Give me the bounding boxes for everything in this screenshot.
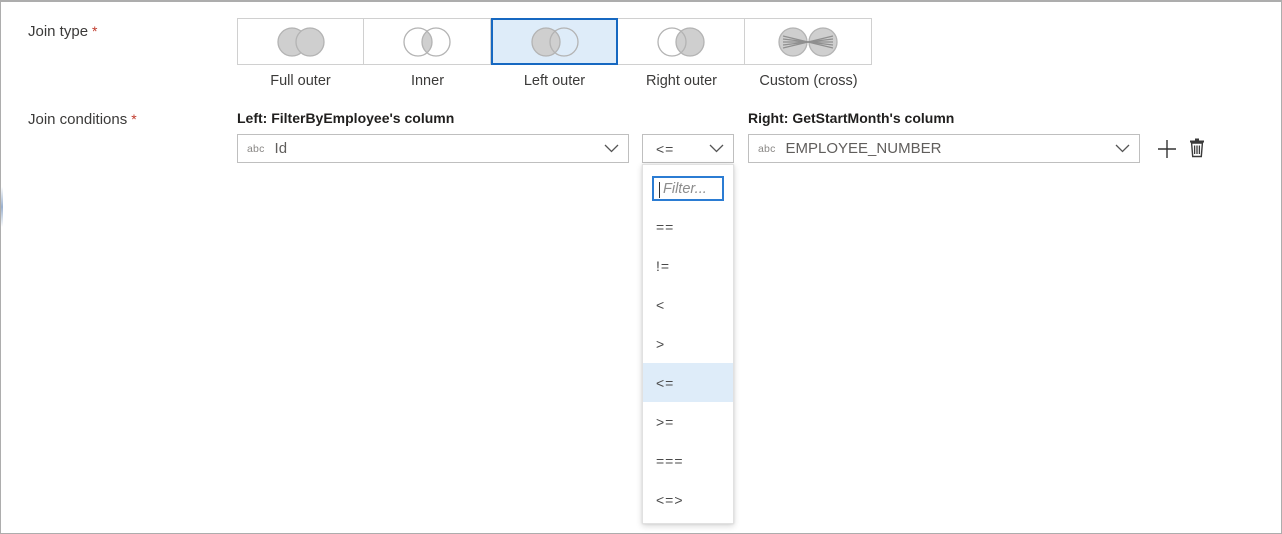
chevron-down-icon (1115, 144, 1130, 153)
join-type-label-text: Join type (28, 23, 89, 40)
join-type-option-full-outer: Full outer (237, 18, 364, 89)
join-conditions-label-text: Join conditions (28, 111, 128, 128)
required-asterisk: * (92, 23, 98, 39)
join-type-option-right-outer: Right outer (618, 18, 745, 89)
left-column-dropdown[interactable]: abc Id (237, 134, 629, 163)
join-type-tile-inner[interactable] (364, 18, 491, 65)
join-type-caption-left-outer: Left outer (523, 73, 586, 89)
chevron-down-icon (604, 144, 619, 153)
venn-left-outer-icon (530, 26, 579, 57)
join-type-label: Join type * (28, 23, 98, 40)
operator-option-strict-eq[interactable]: === (643, 441, 733, 480)
text-caret (659, 182, 660, 198)
operator-option-neq[interactable]: != (643, 246, 733, 285)
chevron-down-icon (709, 144, 724, 153)
join-type-tile-custom-cross[interactable] (745, 18, 872, 65)
join-conditions-label: Join conditions * (28, 111, 137, 128)
right-column-dropdown[interactable]: abc EMPLOYEE_NUMBER (748, 134, 1140, 163)
text-type-icon: abc (247, 142, 265, 155)
operator-filter-input[interactable]: Filter... (652, 176, 724, 201)
join-type-caption-full-outer: Full outer (270, 73, 331, 89)
right-column-header: Right: GetStartMonth's column (748, 110, 955, 126)
delete-condition-button[interactable] (1184, 135, 1210, 161)
join-type-tile-right-outer[interactable] (618, 18, 745, 65)
left-column-header: Left: FilterByEmployee's column (237, 110, 455, 126)
join-type-option-group: Full outer Inner Left outer Right outer … (237, 18, 872, 89)
operator-option-null-safe-eq[interactable]: <=> (643, 480, 733, 519)
required-asterisk-conditions: * (131, 111, 137, 127)
venn-full-outer-icon (276, 26, 325, 57)
add-condition-button[interactable] (1154, 136, 1180, 162)
join-type-option-custom-cross: Custom (cross) (745, 18, 872, 89)
operator-option-lt[interactable]: < (643, 285, 733, 324)
operator-option-eq[interactable]: == (643, 207, 733, 246)
trash-icon (1190, 138, 1204, 158)
text-type-icon: abc (758, 142, 776, 155)
venn-custom-cross-icon (778, 26, 838, 57)
operator-option-gt[interactable]: > (643, 324, 733, 363)
left-column-value: Id (274, 140, 288, 157)
operator-filter-placeholder: Filter... (663, 180, 707, 197)
join-type-caption-custom-cross: Custom (cross) (759, 73, 858, 89)
plus-icon (1158, 140, 1176, 158)
right-column-value: EMPLOYEE_NUMBER (785, 140, 942, 157)
panel-edge-accent (1, 187, 3, 227)
join-configuration-panel: Join type * Full outer Inner Left outer … (0, 0, 1282, 534)
join-type-tile-full-outer[interactable] (237, 18, 364, 65)
operator-option-lte[interactable]: <= (643, 363, 733, 402)
operator-dropdown-flyout: Filter... == != < > <= >= === <=> (642, 164, 734, 524)
operator-option-gte[interactable]: >= (643, 402, 733, 441)
join-type-tile-left-outer[interactable] (491, 18, 618, 65)
venn-inner-icon (403, 26, 451, 57)
operator-dropdown[interactable]: <= (642, 134, 734, 163)
operator-value: <= (656, 140, 675, 157)
join-type-caption-right-outer: Right outer (646, 73, 717, 89)
join-type-option-left-outer: Left outer (491, 18, 618, 89)
venn-right-outer-icon (657, 26, 705, 57)
join-type-caption-inner: Inner (410, 73, 445, 89)
join-type-option-inner: Inner (364, 18, 491, 89)
